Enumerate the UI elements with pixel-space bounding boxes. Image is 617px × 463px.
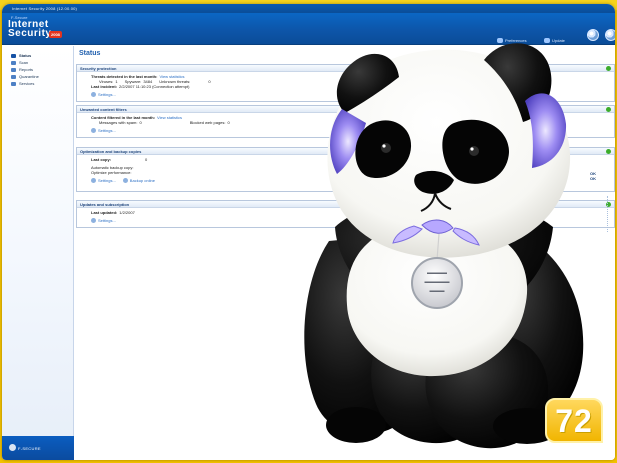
- settings-label: Settings...: [98, 178, 116, 183]
- settings-icon: [91, 178, 96, 183]
- sidebar-item-scan[interactable]: Scan: [11, 59, 73, 66]
- sidebar-item-quarantine[interactable]: Quarantine: [11, 73, 73, 80]
- panda-plush-image: ▬▬▬▬ ▬▬▬▬▬ ▬▬▬: [277, 31, 612, 456]
- sidebar-item-label: Status: [19, 53, 32, 58]
- last-copy-value: 0: [145, 157, 148, 162]
- sidebar-item-label: Scan: [19, 60, 29, 65]
- svg-text:▬▬▬▬▬: ▬▬▬▬▬: [425, 279, 450, 285]
- quarantine-icon: [11, 74, 16, 79]
- scan-icon: [11, 60, 16, 65]
- svg-text:▬▬▬: ▬▬▬: [430, 288, 445, 294]
- settings-icon: [91, 218, 96, 223]
- spam-value: 0: [139, 120, 142, 125]
- last-incident-value: 2/2/2007 11:10:23 (Connection attempt): [119, 84, 190, 89]
- spam-label: Messages with spam:: [99, 120, 138, 125]
- last-incident-label: Last incident:: [91, 84, 118, 89]
- unknown-threats-value: 0: [208, 79, 211, 84]
- sidebar-item-services[interactable]: Services: [11, 80, 73, 87]
- backup-online-icon: [122, 178, 128, 183]
- sidebar: Status Scan Reports Quarantine Services …: [2, 46, 74, 460]
- sidebar-item-reports[interactable]: Reports: [11, 66, 73, 73]
- backup-online-link[interactable]: Backup online: [130, 178, 155, 183]
- page-title: Status: [79, 50, 101, 57]
- sidebar-item-label: Services: [19, 81, 35, 86]
- status-icon: [11, 53, 16, 58]
- settings-icon: [91, 92, 96, 97]
- product-brand: Internet Security: [8, 20, 52, 39]
- vendor-logo: F-SECURE: [2, 436, 74, 460]
- last-updated-label: Last updated:: [91, 210, 118, 215]
- blocked-pages-label: Blocked web pages:: [189, 120, 226, 125]
- sidebar-item-label: Quarantine: [19, 74, 39, 79]
- blocked-pages-value: 0: [227, 120, 230, 125]
- panda-plush-illustration: ▬▬▬▬ ▬▬▬▬▬ ▬▬▬: [304, 43, 584, 449]
- svg-text:▬▬▬▬: ▬▬▬▬: [427, 270, 447, 276]
- settings-label: Settings...: [98, 218, 116, 223]
- last-copy-label: Last copy:: [91, 157, 112, 162]
- settings-label: Settings...: [98, 128, 116, 133]
- page-number-badge: 72: [545, 398, 603, 443]
- version-badge: 2008: [49, 31, 62, 38]
- reports-icon: [11, 67, 16, 72]
- optimize-label: Optimize performance:: [91, 170, 132, 175]
- application-window: Internet Security 2008 (12.00.00) F-Secu…: [2, 4, 615, 460]
- brand-line-2: Security: [8, 28, 52, 39]
- sidebar-item-label: Reports: [19, 67, 34, 72]
- services-icon: [11, 81, 16, 86]
- settings-icon: [91, 128, 96, 133]
- window-title: Internet Security 2008 (12.00.00): [2, 4, 615, 13]
- sidebar-item-status[interactable]: Status: [11, 52, 73, 59]
- page-frame: Internet Security 2008 (12.00.00) F-Secu…: [0, 0, 617, 463]
- settings-label: Settings...: [98, 92, 116, 97]
- view-statistics-link[interactable]: View statistics: [157, 115, 182, 120]
- last-updated-value: 1/2/2007: [119, 210, 135, 215]
